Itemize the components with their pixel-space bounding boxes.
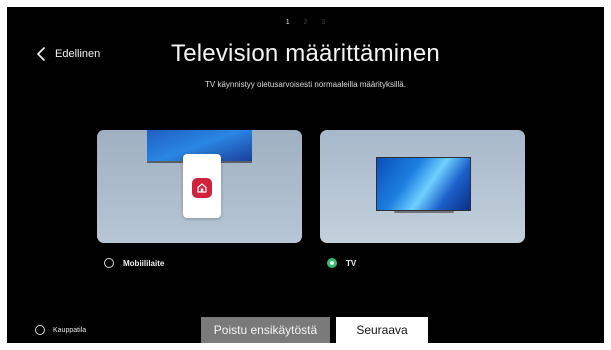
step-3: 3 [321, 19, 326, 26]
step-2: 2 [303, 19, 308, 26]
tv-illustration [376, 157, 471, 211]
step-1: 1 [285, 19, 290, 26]
next-button[interactable]: Seuraava [336, 317, 428, 343]
page-subtitle: TV käynnistyy oletusarvoisesti normaalei… [205, 80, 406, 89]
radio-selected-icon [327, 258, 337, 268]
tv-option-label: TV [346, 258, 357, 268]
phone-illustration [183, 154, 221, 218]
store-mode-radio[interactable]: Kauppatila [35, 325, 86, 335]
page-title: Television määrittäminen [171, 40, 440, 67]
mobile-option-label: Mobiililaite [123, 258, 165, 268]
mobile-option-card[interactable] [97, 130, 302, 243]
setup-screen: 1 2 3 Edellinen Television määrittäminen… [7, 7, 604, 343]
tv-option-card[interactable] [320, 130, 525, 243]
radio-unselected-icon [104, 258, 114, 268]
tv-stand [394, 211, 454, 213]
home-app-icon [192, 178, 212, 198]
radio-unselected-icon [35, 325, 45, 335]
store-mode-label: Kauppatila [53, 326, 87, 334]
mobile-option-radio[interactable]: Mobiililaite [104, 258, 164, 268]
exit-setup-button[interactable]: Poistu ensikäytöstä [201, 317, 330, 343]
tv-option-radio[interactable]: TV [327, 258, 356, 268]
step-indicator: 1 2 3 [7, 19, 604, 26]
